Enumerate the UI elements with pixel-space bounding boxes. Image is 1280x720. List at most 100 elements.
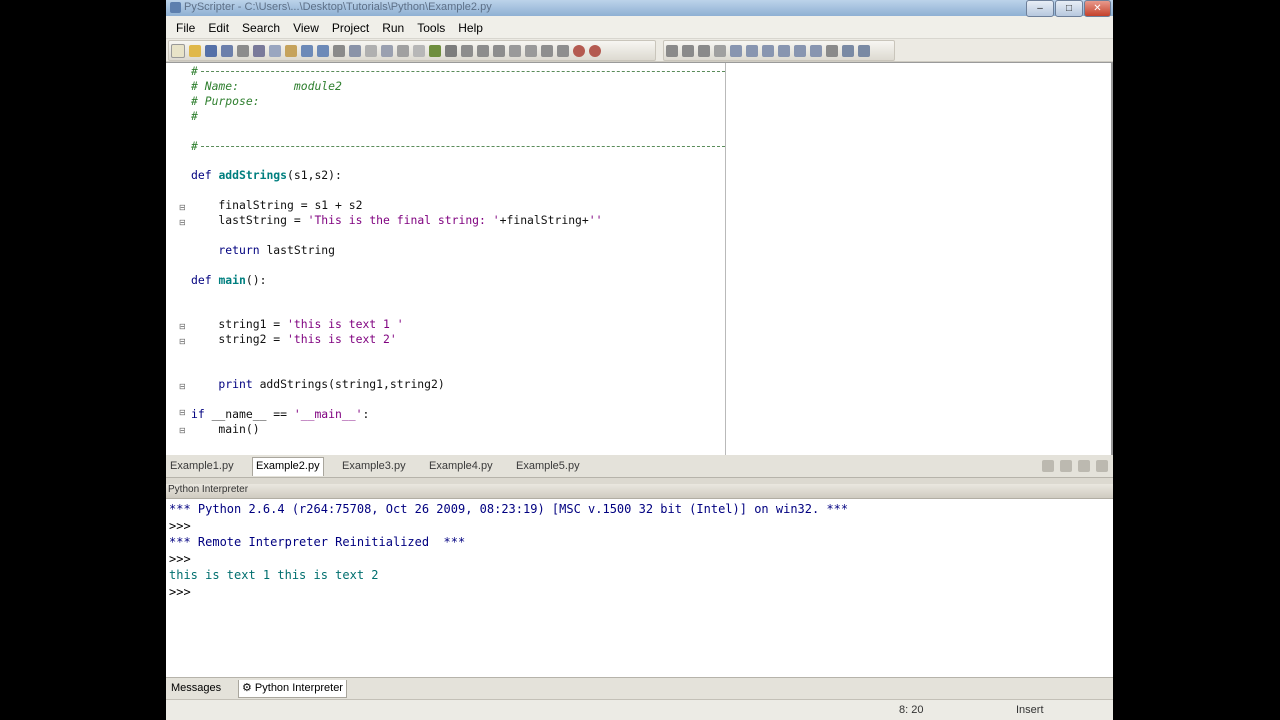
tabify-icon[interactable] (794, 44, 806, 57)
code-line-15: def main(): (191, 273, 266, 288)
menu-file[interactable]: File (176, 21, 195, 35)
print-icon[interactable] (237, 44, 249, 57)
console-output: this is text 1 this is text 2 (169, 568, 379, 582)
toolbar-icon-c[interactable] (397, 44, 409, 57)
keyword: print (191, 377, 260, 391)
dedent-icon[interactable] (746, 44, 758, 57)
editor-tab-bar: Example1.py Example2.py Example3.py Exam… (166, 455, 1113, 478)
layout-icon[interactable] (842, 44, 854, 57)
tab-next-icon[interactable] (1078, 460, 1090, 472)
menu-help[interactable]: Help (458, 21, 483, 35)
code-text: string1 = (191, 317, 288, 331)
maximize-button[interactable]: □ (1055, 0, 1083, 17)
pause-icon[interactable] (525, 44, 537, 57)
find-icon[interactable] (333, 44, 345, 57)
fold-marker[interactable]: ⊟ (179, 427, 186, 435)
fold-marker[interactable]: ⊟ (179, 204, 186, 212)
run-icon[interactable] (429, 44, 441, 57)
close-button[interactable]: ✕ (1084, 0, 1111, 17)
minimize-button[interactable]: – (1026, 0, 1054, 17)
console-line: *** Remote Interpreter Reinitialized *** (169, 535, 466, 549)
whitespace-icon[interactable] (810, 44, 822, 57)
save-icon[interactable] (205, 44, 217, 57)
function-name: addStrings (218, 168, 288, 182)
new-file-icon[interactable] (171, 43, 185, 58)
fold-marker[interactable]: ⊟ (179, 409, 186, 417)
save-all-icon[interactable] (221, 44, 233, 57)
tab-label: Python Interpreter (254, 682, 343, 694)
stop-icon[interactable] (573, 44, 585, 57)
next-icon[interactable] (698, 44, 710, 57)
open-icon[interactable] (189, 44, 201, 57)
title-bar: PyScripter - C:\Users\...\Desktop\Tutori… (166, 0, 1113, 17)
fold-marker[interactable]: ⊟ (179, 338, 186, 346)
keyword: return (191, 243, 267, 257)
step-out-icon[interactable] (493, 44, 505, 57)
cut-icon[interactable] (253, 44, 265, 57)
tab-python-interpreter[interactable]: ⚙ Python Interpreter (238, 680, 347, 698)
tab-example3[interactable]: Example3.py (339, 458, 409, 474)
toolbar-main (168, 40, 656, 61)
indent-icon[interactable] (730, 44, 742, 57)
python-interpreter-console[interactable]: *** Python 2.6.4 (r264:75708, Oct 26 200… (166, 499, 1113, 677)
menu-run[interactable]: Run (382, 21, 404, 35)
code-text: lastString = (191, 213, 308, 227)
menu-search[interactable]: Search (242, 21, 280, 35)
undo-icon[interactable] (301, 44, 313, 57)
menu-project[interactable]: Project (332, 21, 369, 35)
paste-icon[interactable] (285, 44, 297, 57)
fold-marker[interactable]: ⊟ (179, 383, 186, 391)
layout-menu-icon[interactable] (858, 44, 870, 57)
replace-icon[interactable] (349, 44, 361, 57)
tab-example5[interactable]: Example5.py (513, 458, 583, 474)
code-line-2: # Name: module2 (191, 79, 342, 93)
toolbar-icon-e[interactable] (541, 44, 553, 57)
code-line-13: return lastString (191, 243, 335, 258)
fold-marker[interactable]: ⊟ (179, 323, 186, 331)
comment-icon[interactable] (762, 44, 774, 57)
code-editor[interactable]: ⊟ ⊟ ⊟ ⊟ ⊟ ⊟ ⊟ # # Name: module2 # Purpos… (166, 62, 1113, 456)
function-name: main (218, 273, 246, 287)
toggle-breakpoint-icon[interactable] (666, 44, 678, 57)
fold-marker[interactable]: ⊟ (179, 219, 186, 227)
tab-example1[interactable]: Example1.py (167, 458, 237, 474)
code-line-22: print addStrings(string1,string2) (191, 377, 444, 392)
tab-prev-icon[interactable] (1060, 460, 1072, 472)
string-literal: '__main__' (293, 407, 363, 421)
tab-example2[interactable]: Example2.py (252, 457, 324, 476)
menu-edit[interactable]: Edit (208, 21, 229, 35)
keyword: def (191, 273, 219, 287)
console-line: *** Python 2.6.4 (r264:75708, Oct 26 200… (169, 502, 849, 516)
uncomment-icon[interactable] (778, 44, 790, 57)
redo-icon[interactable] (317, 44, 329, 57)
toolbar-icon-g[interactable] (714, 44, 726, 57)
toolbar-icon-a[interactable] (365, 44, 377, 57)
tab-example4[interactable]: Example4.py (426, 458, 496, 474)
toolbar-icon-f[interactable] (557, 44, 569, 57)
string-literal: '' (588, 213, 603, 227)
paragraph-icon[interactable] (826, 44, 838, 57)
menu-view[interactable]: View (293, 21, 319, 35)
debug-icon[interactable] (445, 44, 457, 57)
code-line-10: finalString = s1 + s2 (191, 198, 363, 212)
tab-list-icon[interactable] (1042, 460, 1054, 472)
tab-messages[interactable]: Messages (168, 680, 224, 697)
keyword: if (191, 407, 212, 421)
tab-close-icon[interactable] (1096, 460, 1108, 472)
editor-gutter: ⊟ ⊟ ⊟ ⊟ ⊟ ⊟ ⊟ (166, 63, 186, 455)
insert-mode: Insert (1016, 704, 1044, 716)
string-literal: 'This is the final string: ' (307, 213, 500, 227)
code-line-3: # Purpose: (191, 94, 260, 108)
toolbar-icon-b[interactable] (381, 44, 393, 57)
toolbar-icon-d[interactable] (413, 44, 425, 57)
abort-icon[interactable] (589, 44, 601, 57)
run-to-cursor-icon[interactable] (509, 44, 521, 57)
prev-icon[interactable] (682, 44, 694, 57)
code-line-6: # (191, 139, 201, 154)
copy-icon[interactable] (269, 44, 281, 57)
step-over-icon[interactable] (477, 44, 489, 57)
code-line-18: string1 = 'this is text 1 ' (191, 317, 403, 332)
status-bar: 8: 20 Insert (166, 699, 1113, 720)
menu-tools[interactable]: Tools (417, 21, 445, 35)
step-into-icon[interactable] (461, 44, 473, 57)
